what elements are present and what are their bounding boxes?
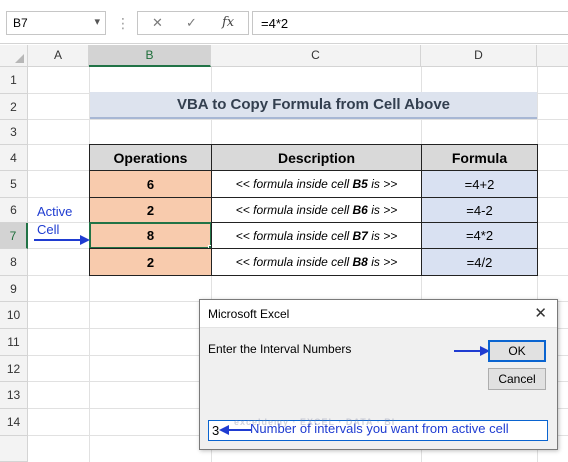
grid-line xyxy=(28,119,568,120)
row-header-15[interactable] xyxy=(0,436,28,462)
operation-cell[interactable]: 2 xyxy=(89,248,212,276)
operation-cell[interactable]: 2 xyxy=(89,197,212,223)
dialog-prompt: Enter the Interval Numbers xyxy=(208,342,352,356)
row-header-12[interactable]: 12 xyxy=(0,356,28,382)
description-cell[interactable]: << formula inside cell B6 is >> xyxy=(211,197,422,223)
header-operations[interactable]: Operations xyxy=(89,144,212,171)
insert-function-icon[interactable]: fx xyxy=(222,15,234,30)
active-cell-label: Active xyxy=(37,204,73,219)
name-box[interactable]: B7 ▾ xyxy=(6,11,106,35)
close-icon[interactable]: ✕ xyxy=(534,304,547,322)
column-header-d[interactable]: D xyxy=(421,45,537,67)
description-suffix: is >> xyxy=(367,228,398,243)
row-header-8[interactable]: 8 xyxy=(0,249,28,276)
description-cell[interactable]: << formula inside cell B5 is >> xyxy=(211,170,422,198)
cancel-icon[interactable]: ✕ xyxy=(152,15,163,31)
name-box-value: B7 xyxy=(13,16,28,30)
description-prefix: << formula inside cell xyxy=(235,203,353,217)
row-header-7[interactable]: 7 xyxy=(0,223,28,249)
chevron-down-icon[interactable]: ▾ xyxy=(94,15,100,28)
enter-icon[interactable]: ✓ xyxy=(186,15,197,31)
description-ref: B5 xyxy=(352,177,368,191)
formula-text: =4*2 xyxy=(261,16,289,31)
description-cell[interactable]: << formula inside cell B7 is >> xyxy=(211,222,422,249)
description-ref: B8 xyxy=(352,255,368,269)
description-prefix: << formula inside cell xyxy=(235,228,353,243)
description-suffix: is >> xyxy=(367,255,398,269)
description-cell[interactable]: << formula inside cell B8 is >> xyxy=(211,248,422,276)
sheet-title: VBA to Copy Formula from Cell Above xyxy=(90,92,537,119)
header-description[interactable]: Description xyxy=(211,144,422,171)
description-suffix: is >> xyxy=(367,177,398,191)
row-header-11[interactable]: 11 xyxy=(0,329,28,356)
row-header-13[interactable]: 13 xyxy=(0,382,28,409)
description-prefix: << formula inside cell xyxy=(235,177,353,191)
header-formula[interactable]: Formula xyxy=(421,144,538,171)
column-header-c[interactable]: C xyxy=(211,45,421,67)
formula-input[interactable]: =4*2 xyxy=(252,11,568,35)
more-options-icon: ⋮ xyxy=(116,15,131,31)
formula-bar: B7 ▾ ⋮ ✕ ✓ fx =4*2 xyxy=(0,0,568,44)
row-header-3[interactable]: 3 xyxy=(0,120,28,145)
ok-button[interactable]: OK xyxy=(488,340,546,362)
row-header-14[interactable]: 14 xyxy=(0,409,28,436)
formula-cell[interactable]: =4/2 xyxy=(421,248,538,276)
operation-cell[interactable]: 6 xyxy=(89,170,212,198)
description-ref: B6 xyxy=(352,203,368,217)
row-header-6[interactable]: 6 xyxy=(0,198,28,223)
row-header-9[interactable]: 9 xyxy=(0,276,28,302)
row-header-4[interactable]: 4 xyxy=(0,145,28,171)
description-prefix: << formula inside cell xyxy=(235,255,353,269)
cancel-button[interactable]: Cancel xyxy=(488,368,546,390)
formula-cell[interactable]: =4*2 xyxy=(421,222,538,249)
row-header-5[interactable]: 5 xyxy=(0,171,28,198)
column-header-a[interactable]: A xyxy=(28,45,89,67)
select-all-button[interactable] xyxy=(0,45,28,67)
formula-buttons: ✕ ✓ fx xyxy=(137,11,249,35)
row-header-10[interactable]: 10 xyxy=(0,302,28,329)
watermark: exceldemy · EXCEL · DATA · BI xyxy=(234,417,396,427)
active-operation-cell[interactable]: 8 xyxy=(89,222,212,249)
description-suffix: is >> xyxy=(367,203,398,217)
row-header-2[interactable]: 2 xyxy=(0,94,28,120)
arrow-right-icon xyxy=(454,346,490,356)
dialog-title: Microsoft Excel xyxy=(208,307,290,321)
formula-cell[interactable]: =4+2 xyxy=(421,170,538,198)
description-ref: B7 xyxy=(352,228,368,243)
column-header-e[interactable] xyxy=(537,45,568,67)
dialog-title-bar[interactable]: Microsoft Excel ✕ xyxy=(200,300,557,328)
column-header-b[interactable]: B xyxy=(89,45,211,67)
arrow-right-icon xyxy=(34,235,90,245)
row-header-1[interactable]: 1 xyxy=(0,67,28,94)
formula-cell[interactable]: =4-2 xyxy=(421,197,538,223)
